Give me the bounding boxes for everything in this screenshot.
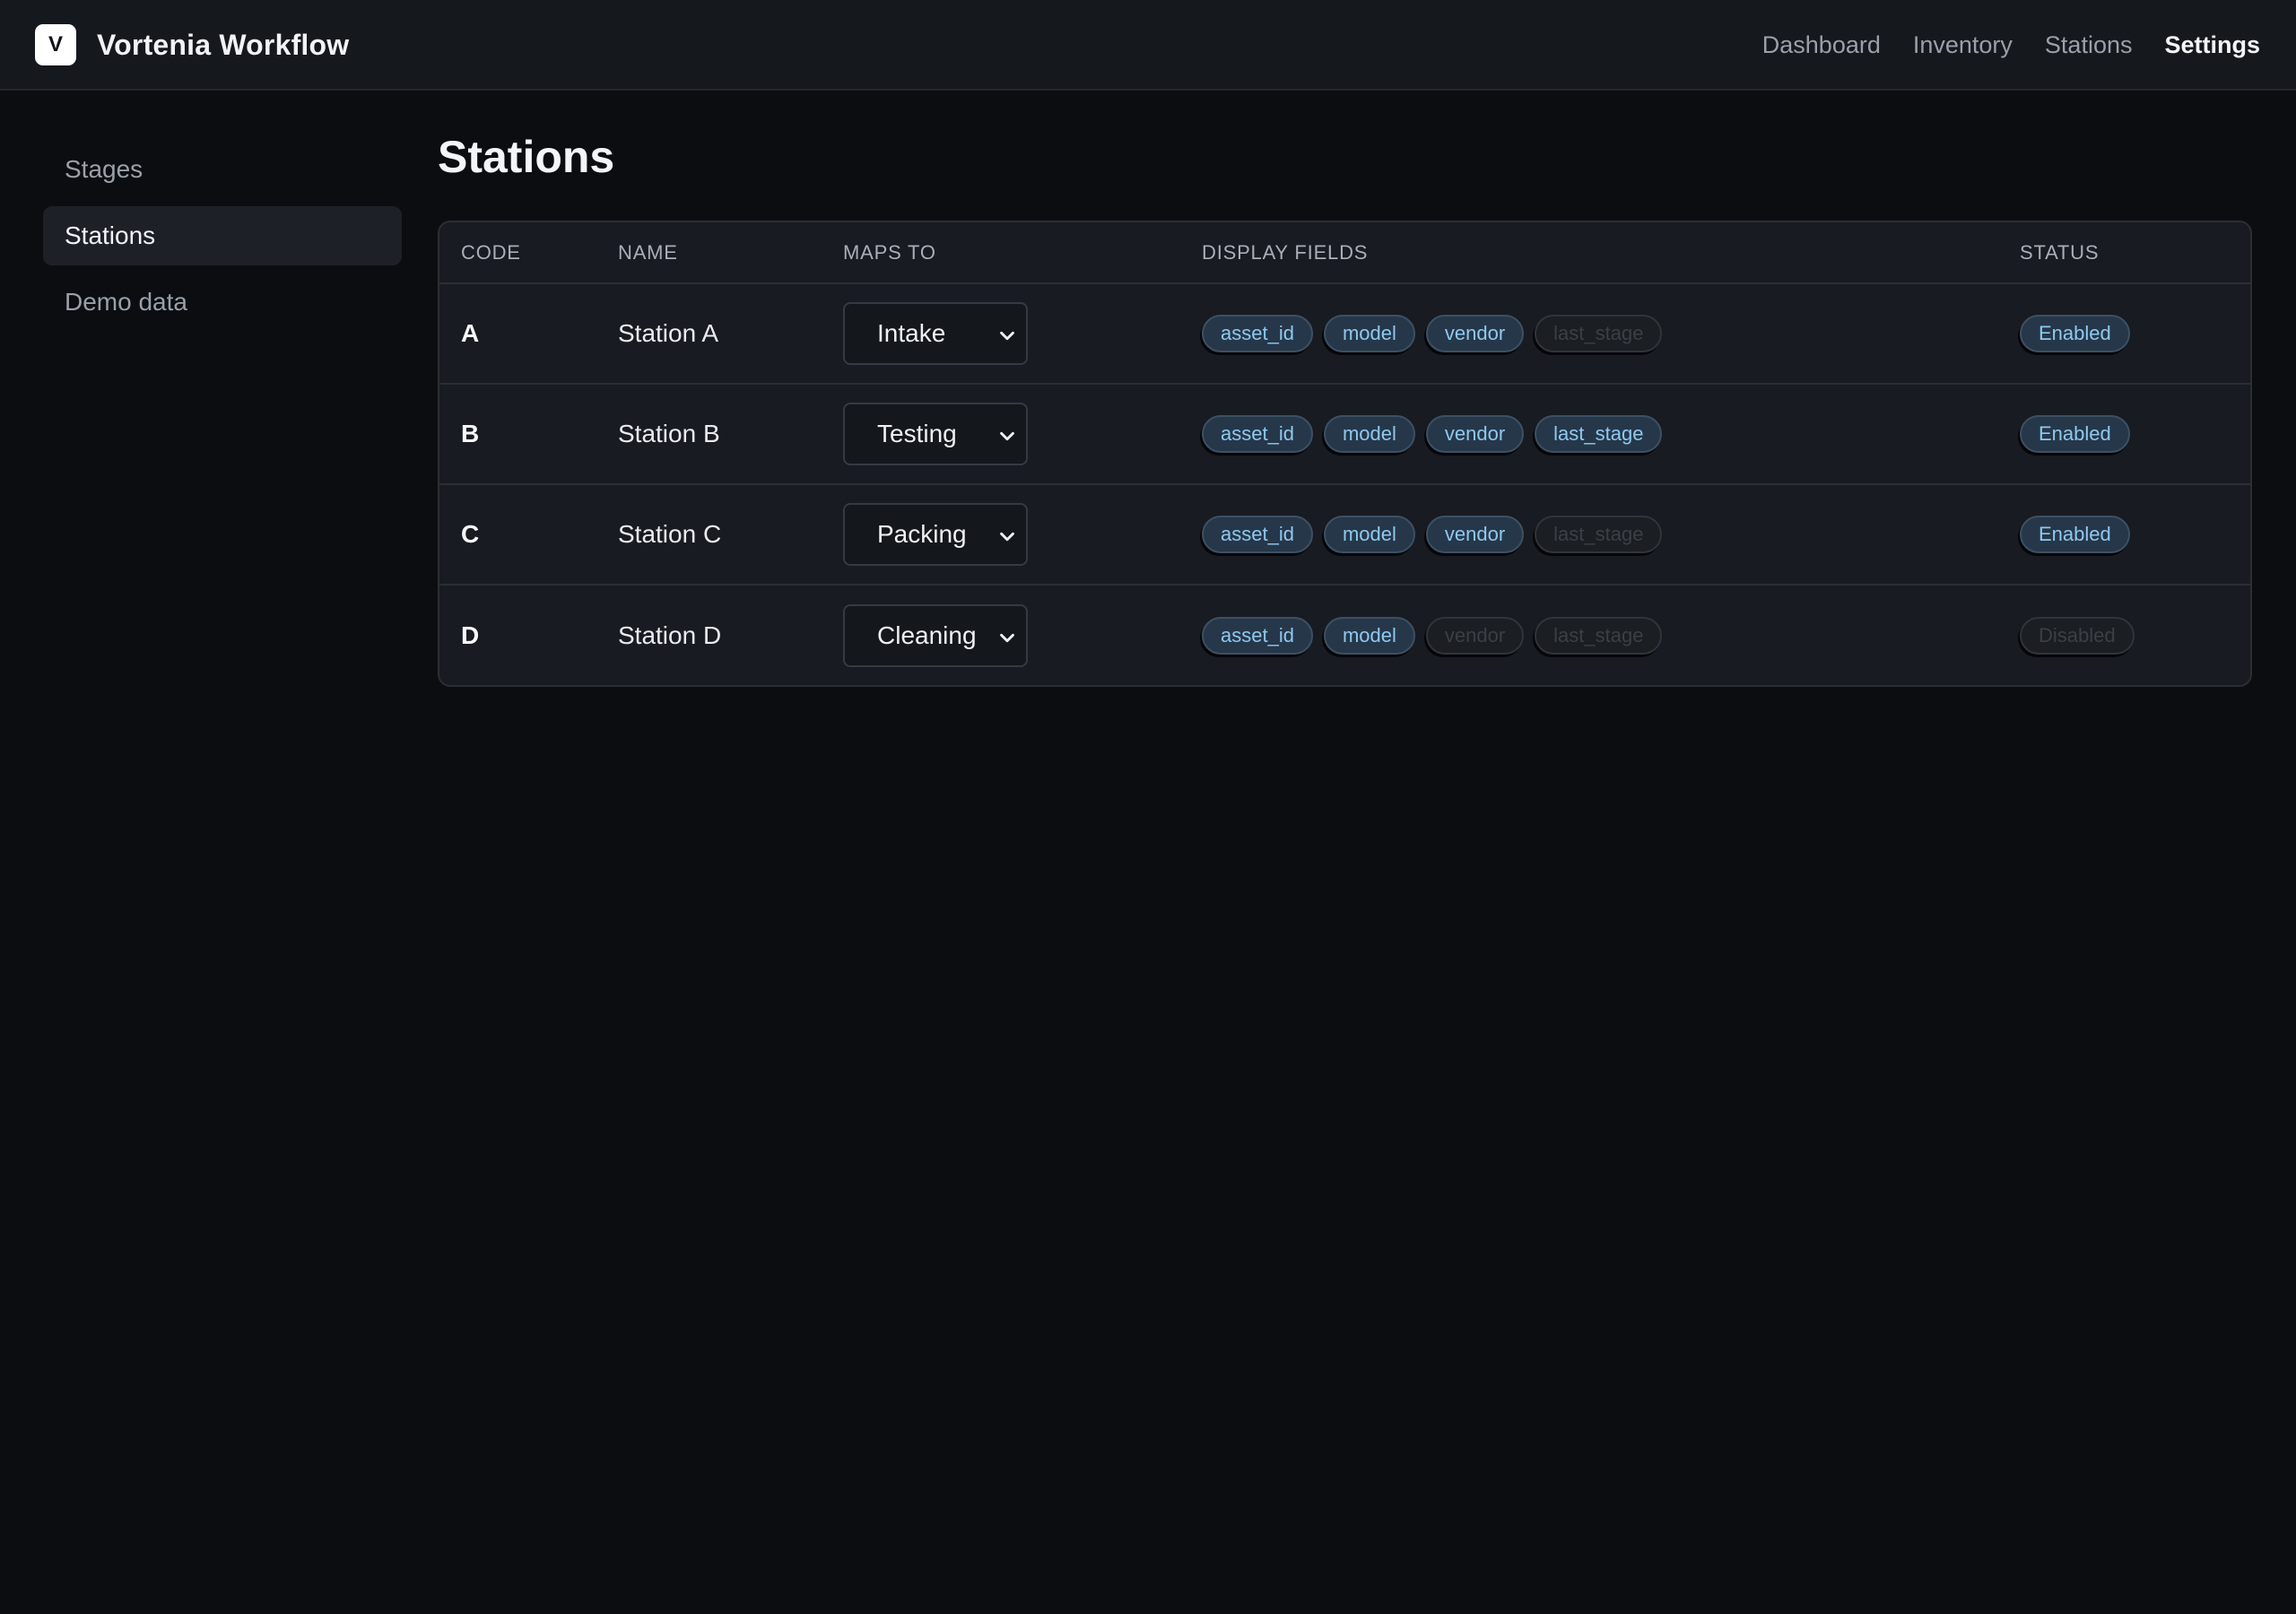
chevron-down-icon: [997, 324, 1017, 343]
station-code: A: [439, 283, 596, 385]
display-field-toggle-last-stage[interactable]: last_stage: [1535, 415, 1663, 453]
display-field-toggle-vendor[interactable]: vendor: [1425, 516, 1525, 553]
display-field-toggle-model[interactable]: model: [1323, 315, 1415, 352]
display-fields-cell: asset_id model vendor last_stage: [1180, 585, 1998, 685]
maps-to-cell: Testing: [822, 384, 1180, 485]
page-title: Stations: [438, 132, 615, 182]
chevron-down-icon: [997, 424, 1017, 444]
nav-settings[interactable]: Settings: [2164, 31, 2260, 59]
station-code: D: [461, 620, 480, 649]
column-header-status: STATUS: [1998, 222, 2250, 284]
table-row: A Station A Intake asset_id model vendor last_…: [439, 283, 2250, 385]
stations-table: CODE NAME MAPS TO DISPLAY FIELDS STATUS …: [439, 222, 2250, 685]
display-field-toggle-vendor[interactable]: vendor: [1425, 616, 1525, 655]
table-row: C Station C Packing asset_id model vendor last…: [439, 484, 2250, 586]
brand[interactable]: V Vortenia Workflow: [35, 24, 349, 65]
stations-table-card: CODE NAME MAPS TO DISPLAY FIELDS STATUS …: [438, 221, 2252, 687]
maps-to-value: Cleaning: [877, 620, 977, 649]
column-header-display-fields: DISPLAY FIELDS: [1180, 222, 1998, 284]
table-row: D Station D Cleaning asset_id model vendor las…: [439, 585, 2250, 685]
status-toggle[interactable]: Enabled: [2020, 315, 2130, 352]
station-name: Station A: [596, 283, 822, 385]
column-header-name: NAME: [596, 222, 822, 284]
display-field-chips: asset_id model vendor last_stage: [1202, 315, 1998, 352]
maps-to-value: Packing: [877, 520, 967, 548]
status-toggle[interactable]: Enabled: [2020, 516, 2130, 553]
maps-to-select[interactable]: Packing: [843, 503, 1028, 566]
display-field-toggle-model[interactable]: model: [1323, 516, 1415, 553]
display-field-toggle-asset-id[interactable]: asset_id: [1202, 516, 1313, 553]
display-field-toggle-asset-id[interactable]: asset_id: [1202, 415, 1313, 453]
display-field-toggle-last-stage[interactable]: last_stage: [1535, 616, 1663, 655]
sidebar-item-stations[interactable]: Stations: [43, 206, 402, 265]
station-code: C: [439, 484, 596, 586]
nav-stations[interactable]: Stations: [2045, 31, 2133, 59]
app-title: Vortenia Workflow: [97, 28, 350, 61]
nav-inventory[interactable]: Inventory: [1913, 31, 2013, 59]
settings-sidebar: Stages Stations Demo data: [43, 140, 402, 339]
display-field-toggle-model[interactable]: model: [1323, 616, 1415, 655]
status-toggle[interactable]: Disabled: [2020, 616, 2135, 655]
sidebar-item-stages[interactable]: Stages: [43, 140, 402, 199]
station-name: Station C: [596, 484, 822, 586]
display-field-toggle-last-stage[interactable]: last_stage: [1535, 516, 1663, 553]
display-fields-cell: asset_id model vendor last_stage: [1180, 484, 1998, 586]
status-cell: Enabled: [1998, 283, 2250, 385]
maps-to-cell: Intake: [822, 283, 1180, 385]
sidebar-item-demo-data[interactable]: Demo data: [43, 273, 402, 332]
station-name: Station D: [618, 620, 722, 649]
table-row: B Station B Testing asset_id model vendor last…: [439, 384, 2250, 485]
display-fields-cell: asset_id model vendor last_stage: [1180, 384, 1998, 485]
maps-to-cell: Packing: [822, 484, 1180, 586]
maps-to-select[interactable]: Intake: [843, 302, 1028, 365]
display-field-toggle-last-stage[interactable]: last_stage: [1535, 315, 1663, 352]
station-name: Station B: [596, 384, 822, 485]
nav-dashboard[interactable]: Dashboard: [1762, 31, 1881, 59]
maps-to-value: Testing: [877, 420, 957, 447]
top-nav: Dashboard Inventory Stations Settings: [1730, 0, 2260, 91]
app-logo: V: [35, 24, 76, 65]
station-code: B: [439, 384, 596, 485]
display-field-chips: asset_id model vendor last_stage: [1202, 415, 1998, 453]
maps-to-select[interactable]: Testing: [843, 403, 1028, 465]
display-field-toggle-asset-id[interactable]: asset_id: [1202, 616, 1313, 655]
display-fields-cell: asset_id model vendor last_stage: [1180, 283, 1998, 385]
column-header-code: CODE: [439, 222, 596, 284]
display-field-chips: asset_id model vendor last_stage: [1202, 516, 1998, 553]
maps-to-value: Intake: [877, 319, 946, 347]
status-cell: Enabled: [1998, 484, 2250, 586]
display-field-toggle-asset-id[interactable]: asset_id: [1202, 315, 1313, 352]
display-field-chips: asset_id model vendor last_stage: [1202, 616, 1998, 655]
display-field-toggle-vendor[interactable]: vendor: [1425, 315, 1525, 352]
status-cell: Enabled: [1998, 384, 2250, 485]
display-field-toggle-model[interactable]: model: [1323, 415, 1415, 453]
chevron-down-icon: [997, 525, 1017, 544]
top-bar: V Vortenia Workflow Dashboard Inventory …: [0, 0, 2296, 91]
status-toggle[interactable]: Enabled: [2020, 415, 2130, 453]
maps-to-cell: Cleaning: [822, 585, 1180, 685]
chevron-down-icon: [997, 626, 1017, 646]
table-header-row: CODE NAME MAPS TO DISPLAY FIELDS STATUS: [439, 222, 2250, 284]
maps-to-select[interactable]: Cleaning: [843, 603, 1028, 667]
display-field-toggle-vendor[interactable]: vendor: [1425, 415, 1525, 453]
status-cell: Disabled: [1998, 585, 2250, 685]
column-header-maps-to: MAPS TO: [822, 222, 1180, 284]
